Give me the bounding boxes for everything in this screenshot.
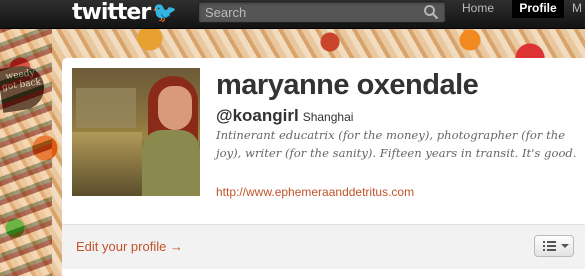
profile-handle: @koangirl [216,106,299,125]
profile-card: maryanne oxendale @koangirl Shanghai Inti… [62,58,585,276]
edit-profile-link[interactable]: Edit your profile → [76,238,183,256]
nav-more[interactable]: M [568,0,585,16]
profile-url[interactable]: http://www.ephemeraanddetritus.com [216,184,414,200]
magnifier-icon[interactable] [423,4,439,20]
profile-location: Shanghai [302,110,354,124]
logo-text: twitter [72,0,151,25]
twitter-logo[interactable]: twitter 🐦 [72,0,177,25]
nav-profile[interactable]: Profile [512,0,564,18]
background-badge: weedy got back [0,63,47,113]
nav-home[interactable]: Home [458,0,498,16]
search-input[interactable] [205,3,415,21]
search-box[interactable] [198,1,446,23]
profile-footer: Edit your profile → [62,224,585,269]
bird-icon: 🐦 [152,0,177,24]
profile-bio: Intinerant educatrix (for the money), ph… [216,128,577,160]
badge-text: weedy got back [1,68,42,93]
top-bar: twitter🐦 Home Profile M [0,0,585,29]
list-icon [543,241,556,251]
handle-line: @koangirl Shanghai [216,106,353,127]
profile-name: maryanne oxendale [216,69,479,101]
chevron-down-icon [561,244,569,248]
avatar[interactable] [72,68,200,196]
actions-menu-button[interactable] [534,235,574,257]
